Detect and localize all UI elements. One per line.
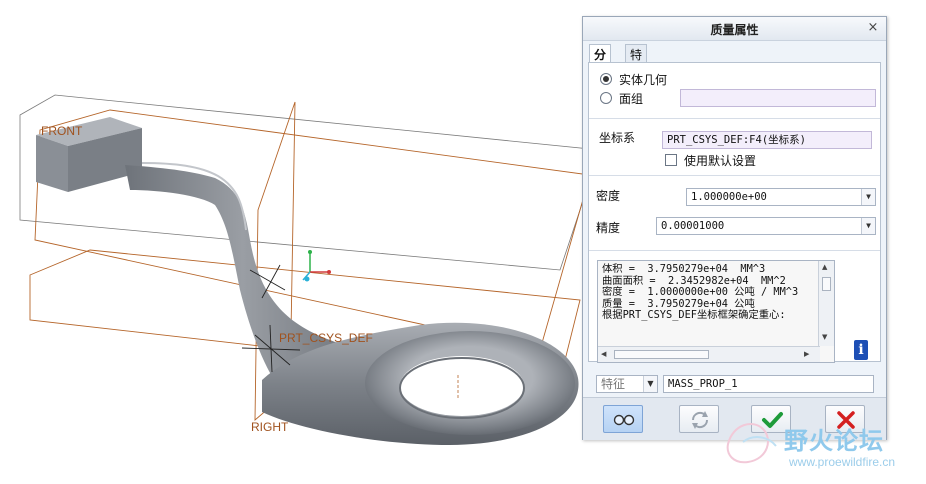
mass-properties-dialog: 质量属性 × 分析 特征 实体几何 面组 坐标系 PRT_CSYS_DEF:F4… <box>582 16 887 440</box>
feature-type-label: 特征 <box>601 377 626 391</box>
dialog-titlebar[interactable]: 质量属性 × <box>583 17 886 41</box>
density-value: 1.000000e+00 <box>691 191 767 203</box>
datum-label-right: RIGHT <box>251 420 289 434</box>
separator <box>589 250 880 251</box>
density-input[interactable]: 1.000000e+00 ▼ <box>686 188 876 206</box>
close-icon[interactable]: × <box>866 20 880 36</box>
quilt-selector[interactable] <box>680 89 876 107</box>
results-vertical-scrollbar[interactable]: ▲ ▼ <box>818 261 834 346</box>
feature-name-input[interactable]: MASS_PROP_1 <box>663 375 874 393</box>
precision-input[interactable]: 0.00001000 ▼ <box>656 217 876 235</box>
preview-button[interactable] <box>603 405 643 433</box>
quilt-radio[interactable] <box>600 92 612 104</box>
scroll-left-icon[interactable]: ◀ <box>601 350 606 358</box>
scroll-thumb[interactable] <box>614 350 709 359</box>
analysis-panel: 实体几何 面组 坐标系 PRT_CSYS_DEF:F4(坐标系) 使用默认设置 … <box>588 62 881 363</box>
csys-field-label: 坐标系 <box>599 131 636 145</box>
results-area[interactable]: 体积 = 3.7950279e+04 MM^3 曲面面积 = 2.3452982e… <box>597 260 835 363</box>
watermark-logo-icon <box>726 423 777 464</box>
scroll-right-icon[interactable]: ▶ <box>804 350 809 358</box>
scroll-thumb[interactable] <box>822 277 831 291</box>
scroll-up-icon[interactable]: ▲ <box>822 263 827 271</box>
result-line: 密度 = 1.0000000e+00 公吨 / MM^3 <box>602 286 799 298</box>
feature-type-dropdown[interactable]: 特征 ▼ <box>596 375 658 393</box>
separator <box>589 175 880 176</box>
tab-analysis[interactable]: 分析 <box>589 44 612 79</box>
solid-geometry-radio[interactable] <box>600 73 612 85</box>
result-line: 体积 = 3.7950279e+04 MM^3 <box>602 263 766 275</box>
dialog-title: 质量属性 <box>710 23 759 37</box>
chevron-down-icon[interactable]: ▼ <box>643 376 657 392</box>
tab-feature[interactable]: 特征 <box>625 44 648 79</box>
datum-label-front: FRONT <box>41 124 83 138</box>
refresh-icon <box>691 411 709 429</box>
use-default-label: 使用默认设置 <box>684 154 757 168</box>
results-horizontal-scrollbar[interactable]: ◀ ▶ <box>598 346 820 362</box>
result-line: 根据PRT_CSYS_DEF坐标框架确定重心: <box>602 309 786 321</box>
density-label: 密度 <box>596 189 621 203</box>
csys-label: PRT_CSYS_DEF <box>279 331 373 345</box>
info-icon[interactable]: i <box>854 340 868 360</box>
use-default-checkbox[interactable] <box>665 154 677 166</box>
chevron-down-icon[interactable]: ▼ <box>861 189 875 205</box>
scroll-down-icon[interactable]: ▼ <box>822 333 827 341</box>
results-text: 体积 = 3.7950279e+04 MM^3 曲面面积 = 2.3452982e… <box>602 263 814 322</box>
glasses-icon <box>613 414 635 426</box>
csys-triad <box>302 250 331 282</box>
solid-geometry-label: 实体几何 <box>619 73 668 87</box>
precision-label: 精度 <box>596 221 621 235</box>
precision-value: 0.00001000 <box>661 220 725 232</box>
quilt-label: 面组 <box>619 92 644 106</box>
separator <box>589 118 880 119</box>
chevron-down-icon[interactable]: ▼ <box>861 218 875 234</box>
watermark-title: 野火论坛 <box>784 427 884 455</box>
repeat-button[interactable] <box>679 405 719 433</box>
csys-selector[interactable]: PRT_CSYS_DEF:F4(坐标系) <box>662 131 872 149</box>
watermark-url: www.proewildfire.cn <box>789 455 896 469</box>
